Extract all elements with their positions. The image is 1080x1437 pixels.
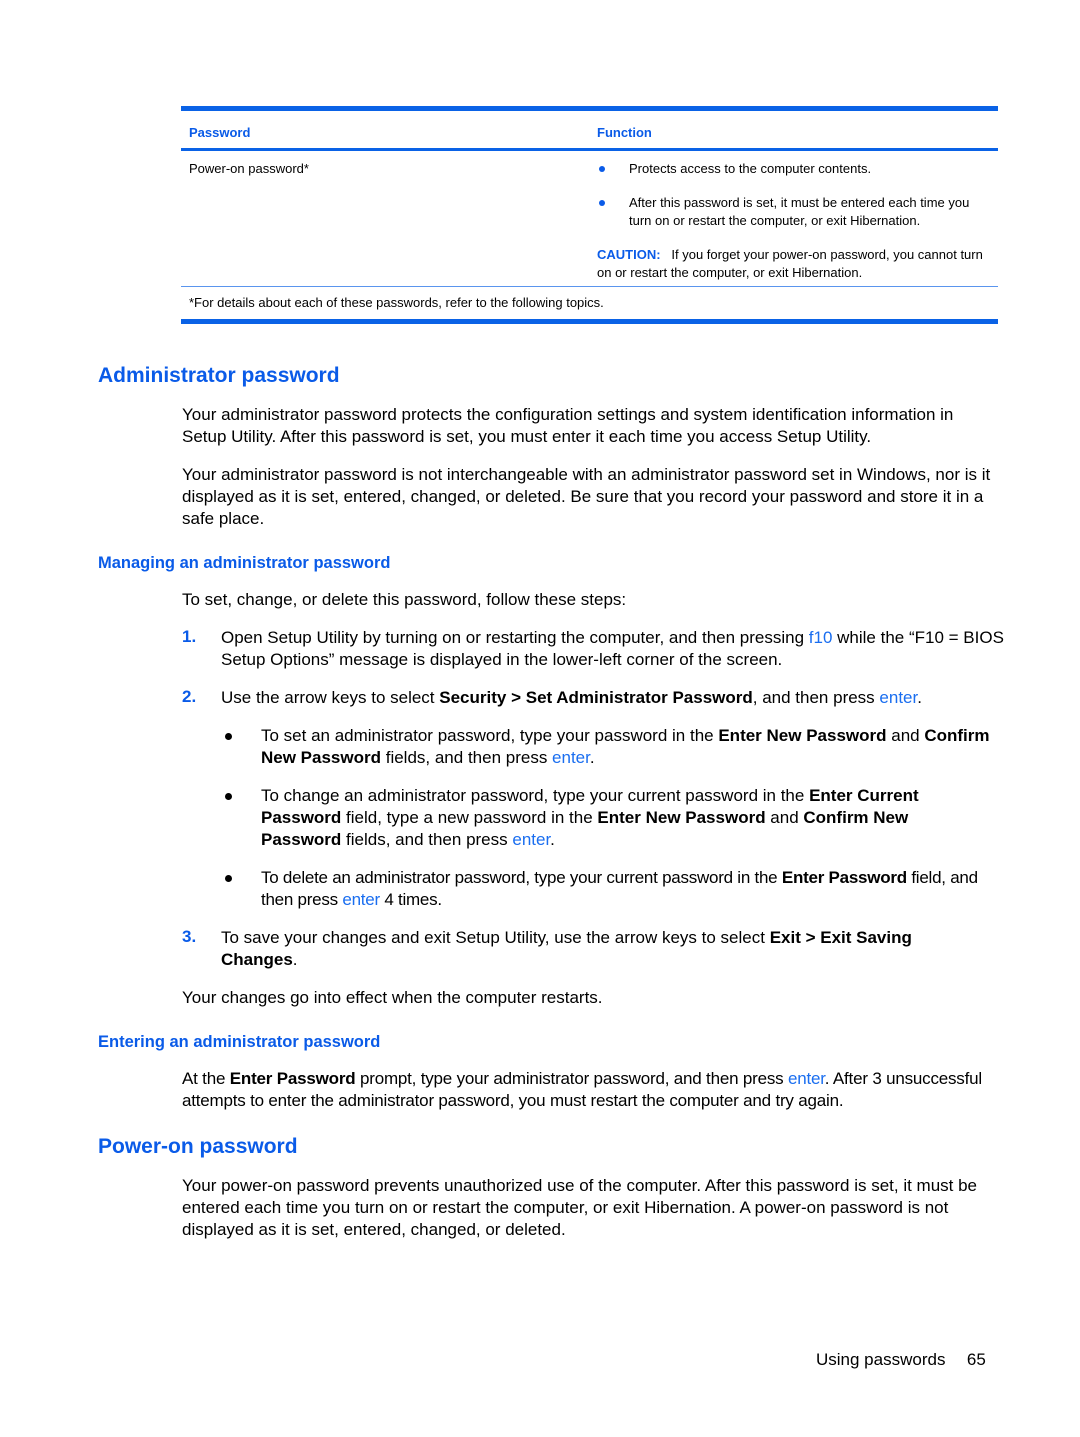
bullet-text: fields, and then press <box>341 830 513 849</box>
key-enter: enter <box>552 748 590 767</box>
table-footnote-row: *For details about each of these passwor… <box>181 287 998 319</box>
section-title-administrator-password: Administrator password <box>98 364 340 387</box>
managing-intro: To set, change, or delete this password,… <box>182 590 627 609</box>
footer-section-name: Using passwords <box>816 1350 946 1369</box>
bullet-text: . <box>589 748 595 767</box>
bullet-change-password: To change an administrator password, typ… <box>261 785 981 851</box>
poweron-paragraph: Your power-on password prevents unauthor… <box>182 1176 978 1239</box>
bullet-text: 4 times. <box>379 890 442 909</box>
bullet-icon <box>599 200 605 206</box>
function-item: Protects access to the computer contents… <box>629 161 872 176</box>
step-text: . <box>917 688 922 707</box>
paragraph-text: At the <box>182 1069 230 1088</box>
step-3-text: To save your changes and exit Setup Util… <box>221 927 981 971</box>
step-number: 3. <box>182 927 197 946</box>
page-footer: Using passwords 65 <box>816 1350 986 1370</box>
entering-paragraph: At the Enter Password prompt, type your … <box>182 1068 1002 1112</box>
caution-note: CAUTION: If you forget your power-on pas… <box>597 246 987 282</box>
table-row: Power-on password* Protects access to th… <box>181 151 998 286</box>
admin-paragraph-2: Your administrator password is not inter… <box>182 465 991 528</box>
bullet-icon <box>225 733 232 740</box>
bullet-text: and <box>886 726 925 745</box>
step-1-text: Open Setup Utility by turning on or rest… <box>221 627 1006 671</box>
bullet-text: To set an administrator password, type y… <box>261 726 719 745</box>
paragraph-text: prompt, type your administrator password… <box>355 1069 788 1088</box>
bullet-icon <box>599 166 605 172</box>
table-header-row: Password Function <box>181 111 998 148</box>
bullet-delete-password: To delete an administrator password, typ… <box>261 867 1006 911</box>
subsection-title-managing: Managing an administrator password <box>98 554 391 572</box>
bullet-text: and <box>765 808 804 827</box>
step-number: 2. <box>182 687 197 706</box>
field-name: Enter Password <box>781 868 907 887</box>
admin-paragraph-1: Your administrator password protects the… <box>182 405 954 446</box>
step-text: . <box>292 950 298 969</box>
field-name: Enter New Password <box>597 808 766 827</box>
function-item: After this password is set, it must be e… <box>629 195 970 228</box>
bullet-set-password: To set an administrator password, type y… <box>261 725 1006 769</box>
prompt-name: Enter Password <box>229 1069 356 1088</box>
bullet-text: To delete an administrator password, typ… <box>261 868 782 887</box>
table-bottom-rule <box>181 319 998 324</box>
bullet-text: field, type a new password in the <box>341 808 598 827</box>
field-name: Enter New Password <box>718 726 887 745</box>
managing-outro: Your changes go into effect when the com… <box>182 988 603 1007</box>
table-header-password: Password <box>189 125 251 140</box>
section-title-power-on-password: Power-on password <box>98 1135 298 1158</box>
bullet-icon <box>225 875 232 882</box>
subsection-title-entering: Entering an administrator password <box>98 1033 381 1051</box>
step-text: Use the arrow keys to select <box>221 688 440 707</box>
step-text: Open Setup Utility by turning on or rest… <box>221 628 809 647</box>
key-enter: enter <box>879 688 918 707</box>
key-f10: f10 <box>808 628 833 647</box>
key-enter: enter <box>787 1069 825 1088</box>
step-number: 1. <box>182 627 197 646</box>
key-enter: enter <box>342 890 380 909</box>
table-footnote: *For details about each of these passwor… <box>189 295 604 310</box>
bullet-text: To change an administrator password, typ… <box>261 786 810 805</box>
step-text: , and then press <box>752 688 880 707</box>
bullet-text: . <box>550 830 555 849</box>
key-enter: enter <box>512 830 551 849</box>
page-number: 65 <box>966 1350 986 1369</box>
password-name-cell: Power-on password* <box>189 161 309 176</box>
bullet-text: fields, and then press <box>381 748 553 767</box>
step-text: To save your changes and exit Setup Util… <box>221 928 770 947</box>
menu-path: Security > Set Administrator Password <box>439 688 753 707</box>
bullet-icon <box>225 793 232 800</box>
step-2-text: Use the arrow keys to select Security > … <box>221 687 1006 709</box>
password-table: Password Function Power-on password* Pro… <box>181 106 998 324</box>
caution-label: CAUTION: <box>597 247 661 262</box>
table-header-function: Function <box>597 125 652 140</box>
